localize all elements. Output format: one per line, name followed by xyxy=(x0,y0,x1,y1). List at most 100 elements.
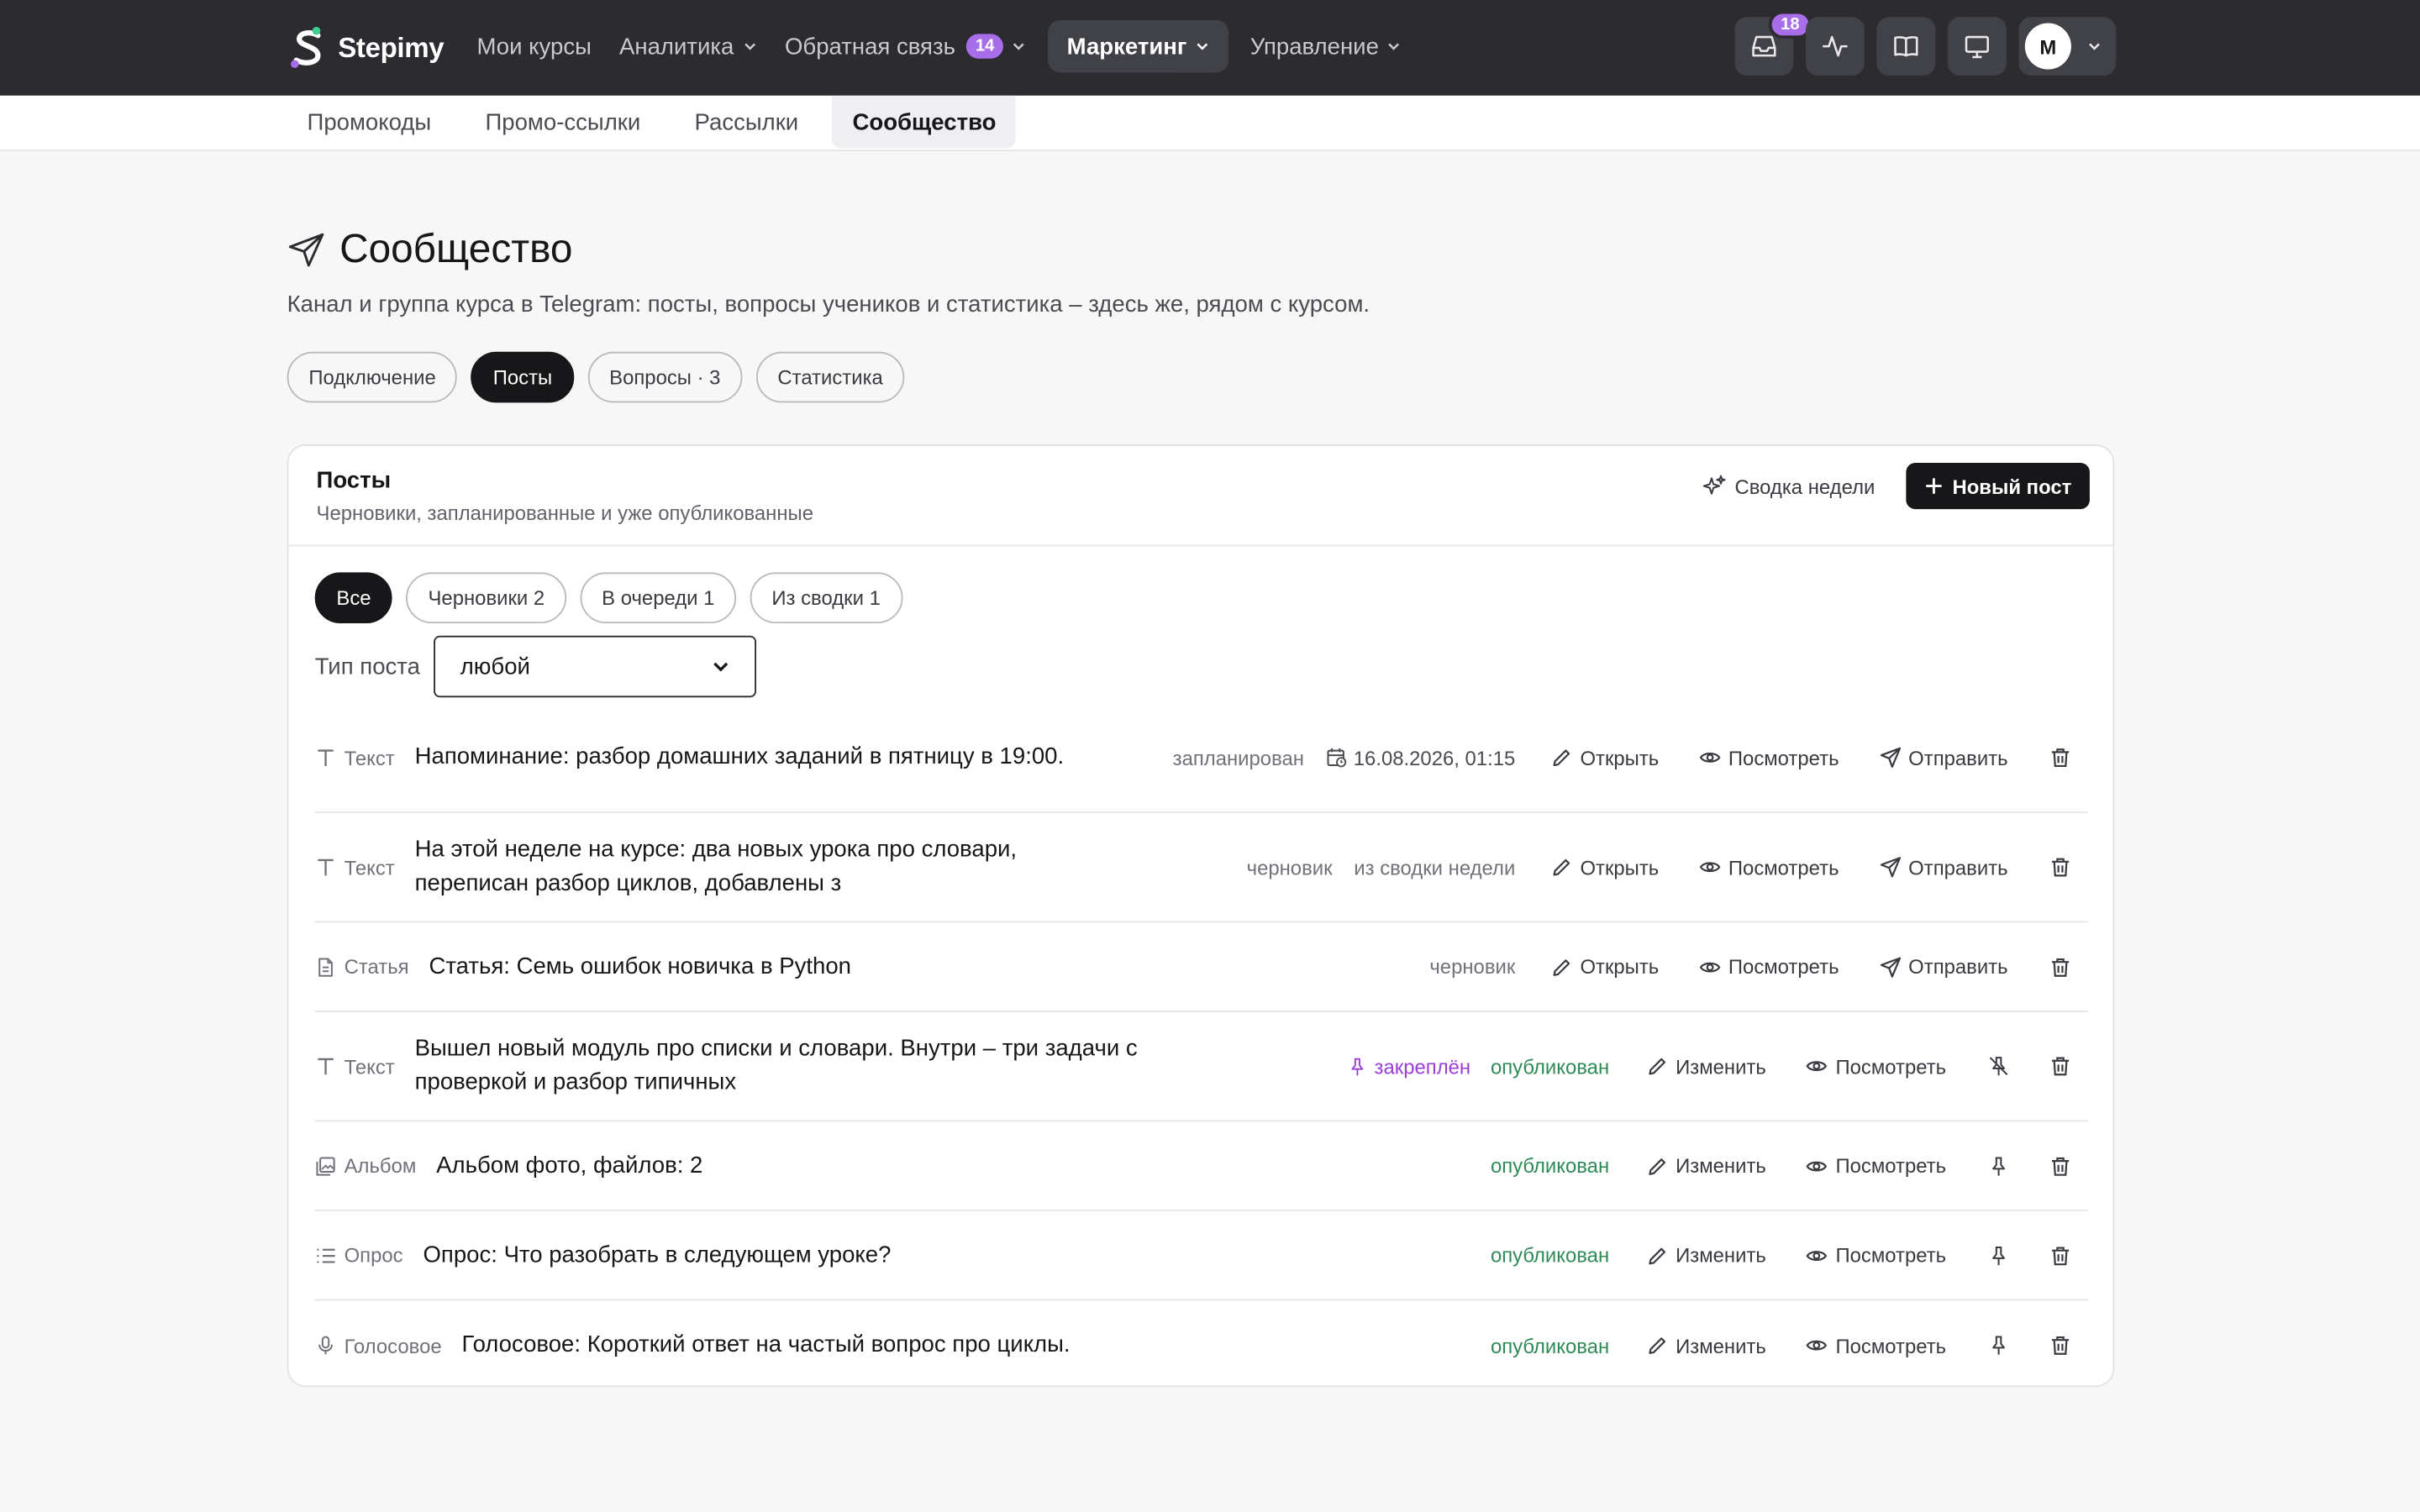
weekly-digest-button[interactable]: Сводка недели xyxy=(1702,474,1875,498)
view-post-button[interactable]: Посмотреть xyxy=(1807,1054,1946,1078)
post-row: Альбом Альбом фото, файлов: 2 опубликова… xyxy=(314,1121,2089,1211)
activity-button[interactable] xyxy=(1805,17,1865,76)
post-text[interactable]: Голосовое: Короткий ответ на частый вопр… xyxy=(461,1328,1070,1362)
sparkles-icon xyxy=(1702,475,1726,495)
delete-post-button[interactable] xyxy=(2048,954,2072,979)
delete-post-button[interactable] xyxy=(2048,855,2072,879)
delete-post-button[interactable] xyxy=(2048,1053,2072,1078)
pin-post-button[interactable] xyxy=(1986,1242,2011,1267)
view-post-button[interactable]: Посмотреть xyxy=(1699,955,1839,978)
open-post-button[interactable]: Открыть xyxy=(1551,746,1660,769)
post-text[interactable]: Вышел новый модуль про списки и словари.… xyxy=(415,1032,1218,1100)
send-icon xyxy=(1880,956,1901,977)
post-type-select[interactable]: любой xyxy=(434,635,757,698)
post-status: запланирован xyxy=(1172,746,1304,769)
eye-icon xyxy=(1699,862,1721,873)
post-type-label: Текст xyxy=(344,855,395,879)
edit-post-label: Изменить xyxy=(1676,1054,1766,1078)
inbox-button[interactable]: 18 xyxy=(1734,10,1812,76)
post-type: Текст xyxy=(315,855,395,879)
subnav-community[interactable]: Сообщество xyxy=(832,95,1017,149)
post-schedule-date: 16.08.2026, 01:15 xyxy=(1326,746,1516,769)
edit-post-button[interactable]: Изменить xyxy=(1646,1243,1766,1267)
post-text[interactable]: На этой неделе на курсе: два новых урока… xyxy=(415,833,1125,901)
edit-post-button[interactable]: Изменить xyxy=(1646,1154,1766,1177)
delete-post-button[interactable] xyxy=(2048,745,2072,769)
chevron-down-icon xyxy=(713,662,729,672)
pin-icon xyxy=(1992,1156,2006,1175)
edit-post-button[interactable]: Изменить xyxy=(1646,1054,1766,1078)
new-post-button[interactable]: Новый пост xyxy=(1906,463,2091,510)
nav-marketing[interactable]: Маркетинг xyxy=(1048,19,1229,73)
view-post-button[interactable]: Посмотреть xyxy=(1699,746,1839,769)
top-bar: Stepimy Мои курсы Аналитика Обратная свя… xyxy=(0,0,2420,96)
user-menu-button[interactable]: М xyxy=(2018,17,2117,76)
view-post-button[interactable]: Посмотреть xyxy=(1699,855,1839,879)
post-source: из сводки недели xyxy=(1354,855,1516,879)
trash-icon xyxy=(2051,1246,2070,1265)
eye-icon xyxy=(1699,752,1721,763)
page-header: Сообщество Канал и группа курса в Telegr… xyxy=(287,225,1370,318)
send-post-button[interactable]: Отправить xyxy=(1879,855,2008,879)
post-filters: Все Черновики 2 В очереди 1 Из сводки 1 xyxy=(314,572,902,624)
nav-analytics[interactable]: Аналитика xyxy=(605,20,771,72)
text-type-icon xyxy=(318,1058,334,1075)
post-type: Голосовое xyxy=(315,1334,442,1357)
poll-list-icon xyxy=(317,1247,335,1263)
delete-post-button[interactable] xyxy=(2048,1333,2072,1357)
eye-icon xyxy=(1807,1250,1828,1261)
trash-icon xyxy=(2051,958,2070,976)
tab-stats[interactable]: Статистика xyxy=(755,351,905,403)
unpin-post-button[interactable] xyxy=(1986,1053,2011,1078)
post-date-text: 16.08.2026, 01:15 xyxy=(1353,746,1516,769)
pin-off-icon xyxy=(1989,1057,2008,1076)
subnav-promocodes[interactable]: Промокоды xyxy=(287,96,451,148)
marketing-subnav: Промокоды Промо-ссылки Рассылки Сообщест… xyxy=(0,95,2420,152)
open-post-label: Открыть xyxy=(1580,746,1660,769)
view-post-button[interactable]: Посмотреть xyxy=(1807,1243,1946,1267)
brand-logo[interactable]: Stepimy xyxy=(288,26,445,69)
posts-card-header: Посты Черновики, запланированные и уже о… xyxy=(288,446,2113,547)
nav-feedback[interactable]: Обратная связь 14 xyxy=(771,20,1040,72)
pinned-badge: закреплён xyxy=(1348,1054,1470,1078)
tab-posts[interactable]: Посты xyxy=(471,351,574,403)
pin-post-button[interactable] xyxy=(1986,1333,2011,1357)
view-post-button[interactable]: Посмотреть xyxy=(1807,1334,1946,1357)
post-text[interactable]: Статья: Семь ошибок новичка в Python xyxy=(429,950,851,984)
preview-button[interactable] xyxy=(1947,17,2007,76)
filter-from-digest[interactable]: Из сводки 1 xyxy=(750,572,902,624)
docs-button[interactable] xyxy=(1876,17,1936,76)
post-type-value: любой xyxy=(460,653,530,680)
page-description: Канал и группа курса в Telegram: посты, … xyxy=(287,291,1370,318)
monitor-icon xyxy=(1965,35,1990,59)
nav-my-courses-label: Мои курсы xyxy=(476,33,592,60)
post-text[interactable]: Напоминание: разбор домашних заданий в п… xyxy=(415,741,1094,774)
open-post-button[interactable]: Открыть xyxy=(1551,855,1659,879)
send-post-button[interactable]: Отправить xyxy=(1879,746,2008,769)
delete-post-button[interactable] xyxy=(2048,1242,2072,1267)
post-status: опубликован xyxy=(1490,1054,1610,1078)
nav-my-courses[interactable]: Мои курсы xyxy=(463,20,605,72)
tab-connection[interactable]: Подключение xyxy=(287,351,458,403)
open-post-button[interactable]: Открыть xyxy=(1551,955,1659,978)
post-text[interactable]: Опрос: Что разобрать в следующем уроке? xyxy=(423,1238,891,1272)
subnav-mailings[interactable]: Рассылки xyxy=(675,96,818,148)
pencil-icon xyxy=(1553,749,1570,767)
pin-post-button[interactable] xyxy=(1986,1153,2011,1178)
filter-queued[interactable]: В очереди 1 xyxy=(580,572,737,624)
edit-post-button[interactable]: Изменить xyxy=(1646,1334,1766,1357)
post-text[interactable]: Альбом фото, файлов: 2 xyxy=(436,1148,702,1182)
nav-analytics-label: Аналитика xyxy=(618,33,734,60)
filter-drafts[interactable]: Черновики 2 xyxy=(406,572,566,624)
post-status: опубликован xyxy=(1490,1243,1610,1267)
nav-management[interactable]: Управление xyxy=(1236,20,1416,72)
view-post-button[interactable]: Посмотреть xyxy=(1807,1154,1946,1177)
filter-all[interactable]: Все xyxy=(314,572,393,624)
post-status: черновик xyxy=(1429,954,1516,979)
community-tabs: Подключение Посты Вопросы · 3 Статистика xyxy=(287,351,905,403)
plus-icon xyxy=(1926,478,1942,494)
subnav-promo-links[interactable]: Промо-ссылки xyxy=(466,96,661,148)
delete-post-button[interactable] xyxy=(2048,1153,2072,1178)
tab-questions[interactable]: Вопросы · 3 xyxy=(587,351,743,403)
send-post-button[interactable]: Отправить xyxy=(1879,955,2008,978)
